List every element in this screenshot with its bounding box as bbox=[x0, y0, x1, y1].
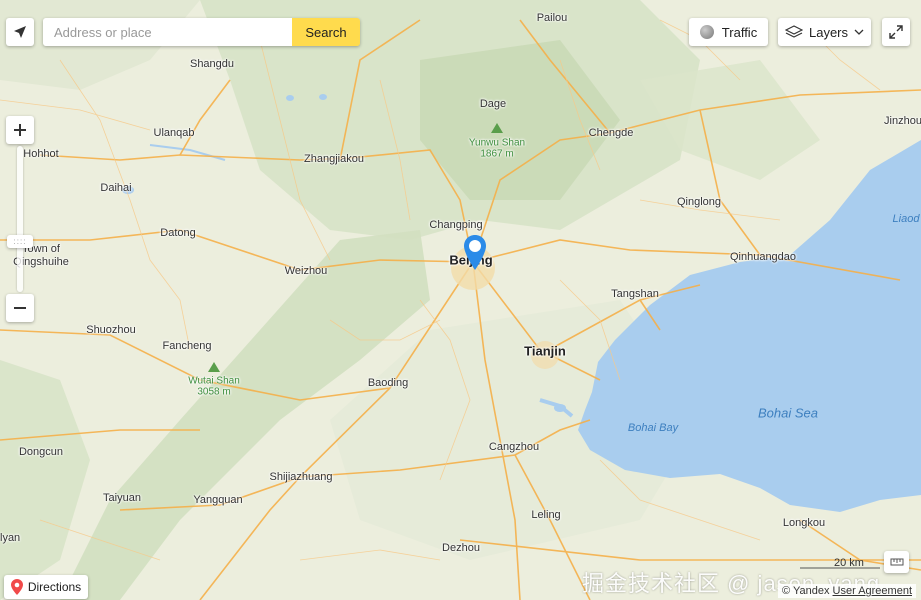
ruler-button[interactable] bbox=[884, 551, 909, 573]
place-label: Leling bbox=[531, 509, 561, 521]
place-label: lyan bbox=[0, 532, 21, 544]
place-label: Baoding bbox=[367, 377, 409, 389]
place-label: Zhangjiakou bbox=[304, 153, 364, 165]
peak-name: Wutai Shan bbox=[188, 375, 240, 387]
user-agreement-link[interactable]: User Agreement bbox=[833, 585, 912, 597]
place-label: Pailou bbox=[536, 12, 568, 24]
place-label: Ulanqab bbox=[153, 127, 195, 139]
minus-icon bbox=[14, 307, 26, 309]
sea-label: Bohai Sea bbox=[758, 405, 818, 421]
place-label: Qinglong bbox=[676, 196, 722, 208]
pin-icon bbox=[10, 579, 23, 595]
place-label: Yangquan bbox=[193, 494, 243, 506]
location-marker-icon[interactable] bbox=[463, 234, 487, 272]
layers-button[interactable]: Layers bbox=[778, 18, 871, 46]
traffic-icon bbox=[699, 25, 714, 39]
plus-icon bbox=[14, 124, 26, 136]
fullscreen-button[interactable] bbox=[882, 18, 910, 46]
place-label: Tangshan bbox=[611, 288, 659, 300]
place-label: Dezhou bbox=[442, 542, 480, 554]
mountain-icon bbox=[208, 362, 220, 372]
peak-height: 1867 m bbox=[480, 148, 514, 160]
place-label: Daihai bbox=[100, 182, 132, 194]
map-view[interactable]: Pailou Shangdu Dage Ulanqab Chengde Jinz… bbox=[0, 0, 921, 600]
locate-me-button[interactable] bbox=[6, 18, 34, 46]
place-label: Qinhuangdao bbox=[729, 251, 797, 263]
directions-button[interactable]: Directions bbox=[4, 575, 88, 599]
zoom-in-button[interactable] bbox=[6, 116, 34, 144]
place-label: Cangzhou bbox=[488, 441, 540, 453]
place-label: Chengde bbox=[588, 127, 634, 139]
place-label: Changping bbox=[429, 219, 483, 231]
expand-icon bbox=[889, 25, 903, 39]
zoom-out-button[interactable] bbox=[6, 294, 34, 322]
ruler-icon bbox=[890, 558, 903, 566]
directions-label: Directions bbox=[27, 580, 82, 594]
place-label: Fancheng bbox=[162, 340, 212, 352]
attribution: © Yandex User Agreement bbox=[777, 584, 916, 598]
search-button[interactable]: Search bbox=[292, 18, 360, 46]
search-input[interactable] bbox=[43, 18, 292, 46]
place-label: Shangdu bbox=[189, 58, 235, 70]
place-label: Taiyuan bbox=[103, 492, 141, 504]
traffic-button[interactable]: Traffic bbox=[689, 18, 768, 46]
place-label: Longkou bbox=[782, 517, 826, 529]
place-label: Datong bbox=[160, 227, 196, 239]
navigation-arrow-icon bbox=[14, 26, 26, 38]
grip-icon: :::: bbox=[13, 236, 27, 246]
zoom-slider-track[interactable] bbox=[17, 146, 23, 292]
search-bar: Search bbox=[43, 18, 360, 46]
chevron-down-icon bbox=[854, 29, 864, 35]
place-label: Hohhot bbox=[23, 148, 59, 160]
layers-icon bbox=[784, 25, 803, 38]
peak-height: 3058 m bbox=[197, 386, 231, 398]
traffic-label: Traffic bbox=[721, 24, 758, 40]
place-label: Dongcun bbox=[18, 446, 64, 458]
copyright-text: © Yandex bbox=[781, 585, 830, 597]
layers-label: Layers bbox=[808, 24, 849, 40]
place-label: Dage bbox=[479, 98, 507, 110]
place-label: Weizhou bbox=[284, 265, 328, 277]
place-label-city: Tianjin bbox=[524, 343, 566, 359]
bay-label: Bohai Bay bbox=[627, 422, 679, 434]
peak-name: Yunwu Shan bbox=[468, 137, 526, 149]
place-label: Shijiazhuang bbox=[269, 471, 333, 483]
mountain-icon bbox=[491, 123, 503, 133]
place-label: Liaod bbox=[892, 213, 920, 225]
zoom-slider-handle[interactable]: :::: bbox=[7, 235, 33, 248]
place-label: Jinzhou bbox=[884, 115, 921, 127]
map-canvas bbox=[0, 0, 921, 600]
place-label: Shuozhou bbox=[86, 324, 136, 336]
